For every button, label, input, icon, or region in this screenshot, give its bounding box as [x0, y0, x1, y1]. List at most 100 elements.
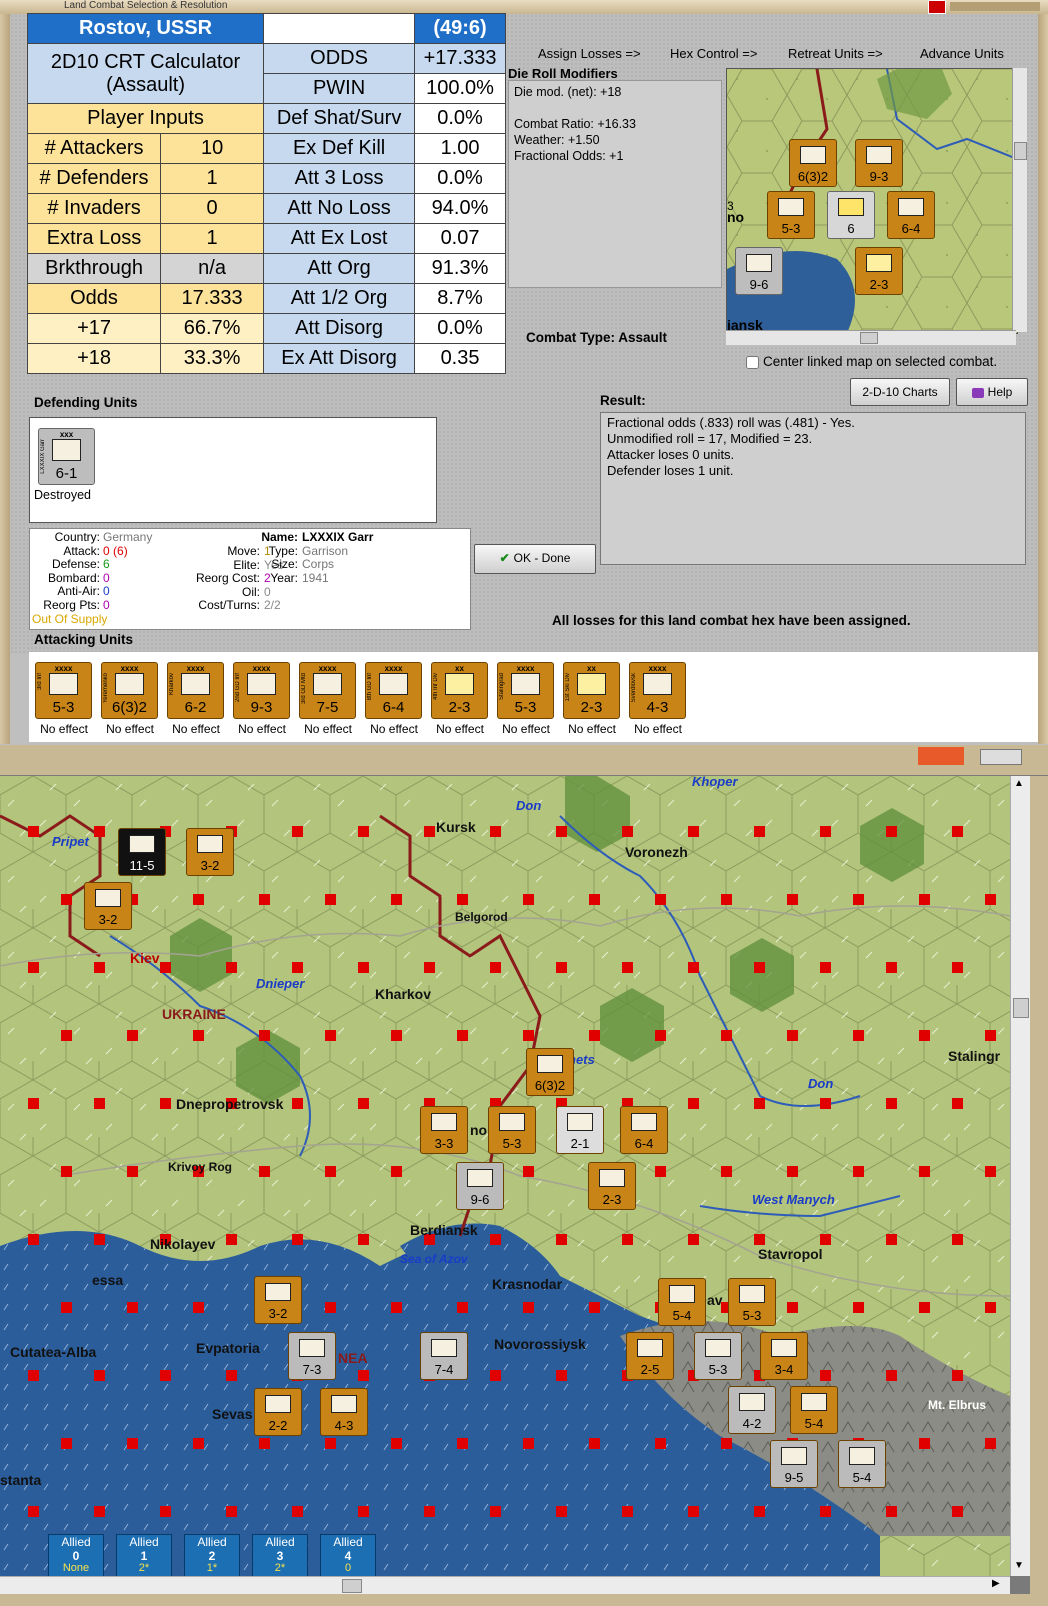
map-unit-counter[interactable]: 6(3)2 [526, 1048, 574, 1096]
map-unit-counter[interactable]: 5-4 [658, 1278, 706, 1326]
river-label: Pripet [52, 834, 89, 849]
map-unit-counter[interactable]: 5-3 [488, 1106, 536, 1154]
attacker-effect: No effect [172, 722, 220, 736]
attacker-counter[interactable]: xxxx 8th GD Inf 6-4 [365, 662, 422, 719]
crt-left-value[interactable]: n/a [160, 253, 265, 284]
map-unit-counter[interactable]: 3-2 [254, 1276, 302, 1324]
allied-box[interactable]: Allied 0 None [48, 1534, 104, 1576]
crt-right-label: Att Org [263, 253, 416, 284]
attacker-counter[interactable]: xxxx Yeremenko 6(3)2 [101, 662, 158, 719]
map-unit-counter[interactable]: 4-2 [728, 1386, 776, 1434]
allied-box[interactable]: Allied 4 0 [320, 1534, 376, 1576]
allied-box[interactable]: Allied 3 2* [252, 1534, 308, 1576]
mini-map-vscroll[interactable] [1012, 68, 1027, 332]
allied-number: 0 [72, 1549, 80, 1563]
main-map[interactable]: Kursk Voronezh Belgorod Kiev Kharkov UKR… [0, 776, 1010, 1576]
supply-marker [556, 1234, 567, 1245]
attacker-counter[interactable]: xxxx Stalingrad 5-3 [497, 662, 554, 719]
help-button[interactable]: Help [956, 378, 1028, 406]
unit-type-icon [331, 1395, 357, 1413]
attacker-counter[interactable]: xxxx Sverdlovsk 4-3 [629, 662, 686, 719]
map-unit-counter[interactable]: 4-3 [320, 1388, 368, 1436]
unit-type-icon [771, 1339, 797, 1357]
mini-unit[interactable]: 6(3)2 [789, 139, 837, 187]
map-unit-counter[interactable]: 5-4 [838, 1440, 886, 1488]
advance-units-link[interactable]: Advance Units [920, 46, 1004, 61]
center-linked-checkbox[interactable]: Center linked map on selected combat. [746, 354, 997, 369]
mini-unit-combat[interactable]: 6 [827, 191, 875, 239]
map-unit-counter[interactable]: 5-3 [728, 1278, 776, 1326]
supply-marker [985, 1302, 996, 1313]
map-vscroll-thumb[interactable] [1013, 998, 1029, 1018]
map-unit-counter[interactable]: 2-1 [556, 1106, 604, 1154]
hex-control-link[interactable]: Hex Control => [670, 46, 757, 61]
crt-left-value[interactable]: 0 [160, 193, 265, 224]
scroll-right-icon[interactable]: ▶ [992, 1578, 1000, 1589]
mini-unit[interactable]: 9-3 [855, 139, 903, 187]
supply-marker [919, 1438, 930, 1449]
info-label: Move: [227, 544, 260, 558]
map-unit-counter[interactable]: 2-3 [588, 1162, 636, 1210]
map-unit-counter[interactable]: 5-4 [790, 1386, 838, 1434]
mini-map[interactable]: 6(3)2 9-3 5-3 6 6-4 9-6 2-3 no iansk 3 [726, 68, 1018, 334]
attacker-counter[interactable]: xxxx 3rd GD Mtd 7-5 [299, 662, 356, 719]
attacker-counter[interactable]: xxxx 2nd GD Inf 9-3 [233, 662, 290, 719]
info-label: Elite: [233, 557, 260, 572]
allied-box[interactable]: Allied 1 2* [116, 1534, 172, 1576]
supply-marker [391, 894, 402, 905]
crt-left-value[interactable]: 1 [160, 223, 265, 254]
attacker-counter[interactable]: xx 4th Inf Div 2-3 [431, 662, 488, 719]
map-unit-counter[interactable]: 6-4 [620, 1106, 668, 1154]
info-label: Size: [271, 557, 298, 571]
supply-marker [622, 1506, 633, 1517]
map-unit-counter[interactable]: 3-3 [420, 1106, 468, 1154]
mini-unit[interactable]: 9-6 [735, 247, 783, 295]
map-unit-counter[interactable]: 5-3 [694, 1332, 742, 1380]
window-controls-icon[interactable] [980, 749, 1022, 765]
map-unit-counter[interactable]: 7-4 [420, 1332, 468, 1380]
mini-unit[interactable]: 5-3 [767, 191, 815, 239]
crt-right-value: 0.0% [414, 103, 506, 134]
map-unit-strength: 3-2 [98, 912, 118, 927]
supply-marker [952, 962, 963, 973]
mini-unit[interactable]: 6-4 [887, 191, 935, 239]
assign-losses-link[interactable]: Assign Losses => [538, 46, 641, 61]
attacker-counter[interactable]: xxxx Kharkov 6-2 [167, 662, 224, 719]
mini-unit[interactable]: 2-3 [855, 247, 903, 295]
unit-info-box: Country: Attack: Defense: Bombard: Anti-… [29, 528, 471, 630]
map-unit-counter[interactable]: 11-5 [118, 828, 166, 876]
map-unit-counter[interactable]: 2-5 [626, 1332, 674, 1380]
ok-done-button[interactable]: ✔ OK - Done [474, 544, 596, 574]
map-unit-counter[interactable]: 3-2 [186, 828, 234, 876]
combat-dialog: Land Combat Selection & Resolution Rosto… [0, 0, 1048, 747]
scroll-down-icon[interactable]: ▼ [1014, 1560, 1024, 1571]
map-unit-counter[interactable]: 3-2 [84, 882, 132, 930]
map-unit-counter[interactable]: 3-4 [760, 1332, 808, 1380]
center-linked-input[interactable] [746, 355, 759, 369]
mini-map-vscroll-thumb[interactable] [1014, 142, 1027, 160]
allied-label: Allied [197, 1535, 227, 1549]
map-unit-counter[interactable]: 9-5 [770, 1440, 818, 1488]
allied-box[interactable]: Allied 2 1* [184, 1534, 240, 1576]
map-hscroll[interactable]: ▶ [0, 1576, 1010, 1595]
map-hscroll-thumb[interactable] [342, 1579, 362, 1593]
crt-left-value[interactable]: 10 [160, 133, 265, 164]
attacker-side-label: Kharkov [169, 673, 175, 696]
defender-counter[interactable]: xxx LXXXIX Garr 6-1 [38, 428, 95, 485]
map-unit-counter[interactable]: 9-6 [456, 1162, 504, 1210]
map-vscroll[interactable]: ▲ ▼ [1010, 776, 1031, 1576]
retreat-units-link[interactable]: Retreat Units => [788, 46, 883, 61]
crt-left-value[interactable]: 1 [160, 163, 265, 194]
attacker-counter[interactable]: xxxx 3rd Inf 5-3 [35, 662, 92, 719]
map-unit-counter[interactable]: 7-3 [288, 1332, 336, 1380]
mini-map-hscroll[interactable] [726, 330, 1016, 345]
attacker-size: xxxx [648, 664, 667, 673]
mini-map-hscroll-thumb[interactable] [860, 332, 878, 344]
crt-charts-button[interactable]: 2-D-10 Charts [850, 378, 950, 406]
supply-marker [292, 1098, 303, 1109]
city-label: Evpatoria [196, 1340, 260, 1356]
scroll-up-icon[interactable]: ▲ [1014, 778, 1024, 789]
map-unit-counter[interactable]: 2-2 [254, 1388, 302, 1436]
map-window-titlebar[interactable] [0, 745, 1048, 775]
attacker-counter[interactable]: xx 1st Ski Div 2-3 [563, 662, 620, 719]
